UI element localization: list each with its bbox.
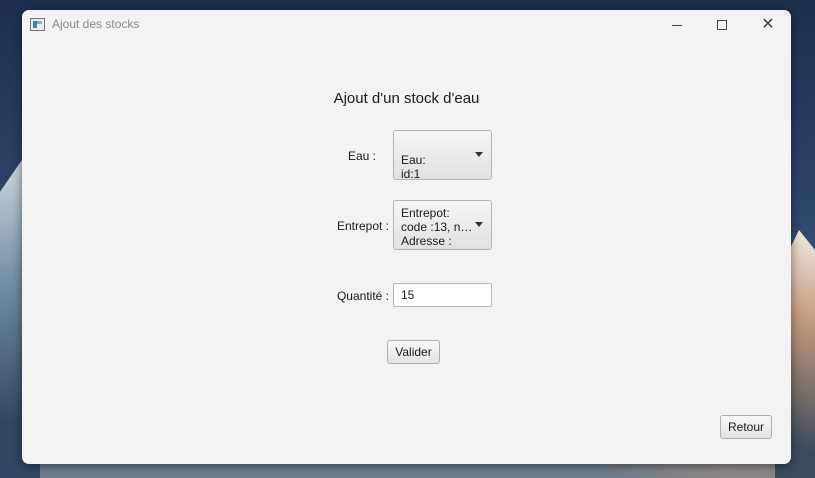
app-icon [30, 18, 45, 31]
quantite-label: Quantité : [336, 289, 389, 303]
chevron-down-icon [475, 152, 483, 157]
page-title: Ajout d'un stock d'eau [333, 90, 480, 107]
window-title: Ajout des stocks [52, 17, 140, 31]
maximize-button[interactable] [699, 10, 745, 40]
entrepot-value-line: Entrepot: [401, 206, 450, 220]
entrepot-value-line: Adresse : [401, 234, 452, 248]
entrepot-selected-value: Entrepot: code :13, no... Adresse : [401, 201, 475, 249]
title-bar[interactable]: Ajout des stocks ✕ [22, 10, 791, 40]
eau-value-line: Eau: [401, 153, 426, 167]
close-icon: ✕ [761, 16, 775, 33]
eau-selected-value: Eau: id:1 [401, 131, 475, 179]
maximize-icon [717, 20, 727, 30]
close-button[interactable]: ✕ [745, 10, 791, 40]
chevron-down-icon [475, 222, 483, 227]
eau-label: Eau : [347, 149, 376, 163]
minimize-button[interactable] [654, 10, 700, 40]
eau-value-line: id:1 [401, 167, 421, 179]
entrepot-value-line: code :13, no... [401, 220, 475, 234]
app-window: Ajout des stocks ✕ Ajout d'un stock d'ea… [22, 10, 791, 464]
entrepot-combobox[interactable]: Entrepot: code :13, no... Adresse : [393, 200, 492, 250]
retour-button[interactable]: Retour [720, 415, 772, 439]
entrepot-label: Entrepot : [336, 219, 389, 233]
quantite-input[interactable] [393, 283, 492, 307]
minimize-icon [672, 24, 682, 26]
valider-button[interactable]: Valider [387, 340, 440, 364]
eau-combobox[interactable]: Eau: id:1 [393, 130, 492, 180]
